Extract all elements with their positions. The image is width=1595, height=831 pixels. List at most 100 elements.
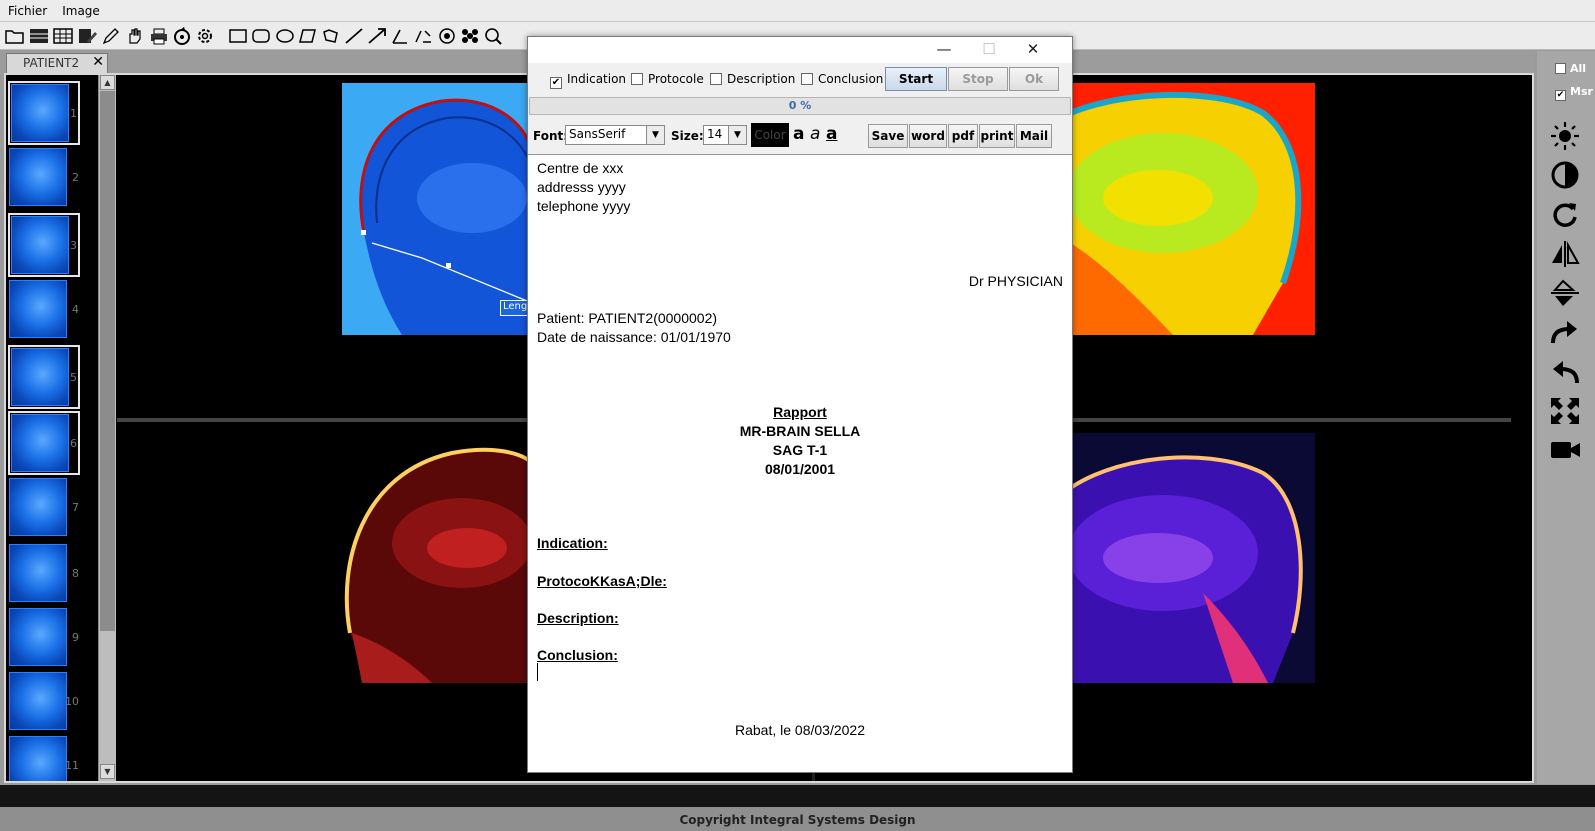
viewport-top-left[interactable]: Leng xyxy=(342,83,534,335)
cobb-icon[interactable] xyxy=(413,27,433,45)
print-button[interactable]: print xyxy=(979,124,1015,148)
mri-blue-image xyxy=(359,98,534,335)
pdf-button[interactable]: pdf xyxy=(948,124,978,148)
checkbox-box xyxy=(1555,63,1566,74)
gear-icon[interactable] xyxy=(195,27,215,45)
line-icon[interactable] xyxy=(344,27,364,45)
thumbnail-image xyxy=(9,148,67,206)
progress-bar: 0 % xyxy=(529,97,1071,115)
scroll-up-icon[interactable]: ▲ xyxy=(100,75,115,90)
signature-line: Rabat, le 08/03/2022 xyxy=(735,722,865,738)
stop-button[interactable]: Stop xyxy=(948,67,1008,91)
start-button[interactable]: Start xyxy=(885,67,947,91)
italic-button[interactable]: a xyxy=(810,124,820,144)
protocole-heading: ProtocoKKasA;Dle: xyxy=(537,573,667,589)
thumbnail-image xyxy=(9,608,67,666)
thumbnail[interactable]: 1 xyxy=(8,81,80,145)
open-folder-icon[interactable] xyxy=(5,27,25,45)
close-icon[interactable]: ✕ xyxy=(1022,40,1044,60)
font-select[interactable]: SansSerif ▼ xyxy=(565,125,665,145)
header-line-3: telephone yyyy xyxy=(537,198,631,214)
list-icon[interactable] xyxy=(29,27,49,45)
size-select[interactable]: 14 ▼ xyxy=(703,125,747,145)
burn-icon[interactable] xyxy=(172,27,192,45)
all-checkbox[interactable]: All xyxy=(1555,62,1586,75)
word-button[interactable]: word xyxy=(909,124,947,148)
viewport-top-right[interactable] xyxy=(1051,83,1315,336)
rotate-icon[interactable] xyxy=(1549,199,1581,229)
thumbnail[interactable]: 3 xyxy=(8,213,80,277)
header-line-1: Centre de xxx xyxy=(537,160,624,176)
video-icon[interactable] xyxy=(1549,435,1581,465)
pen-icon[interactable] xyxy=(101,27,121,45)
conclusion-heading: Conclusion: xyxy=(537,647,618,663)
dialog-titlebar: — ☐ ✕ xyxy=(528,37,1072,63)
rectangle-icon[interactable] xyxy=(228,27,248,45)
msr-checkbox[interactable]: ✔ Msr xyxy=(1555,85,1593,101)
protocole-checkbox[interactable]: Protocole xyxy=(631,72,704,86)
fullscreen-icon[interactable] xyxy=(1549,396,1581,426)
brightness-icon[interactable] xyxy=(1549,121,1581,151)
table-icon[interactable] xyxy=(53,27,73,45)
thumbnail[interactable]: 5 xyxy=(8,345,80,409)
tab-patient2[interactable]: PATIENT2 ✕ xyxy=(6,53,108,73)
thumbnail[interactable]: 4 xyxy=(8,279,80,343)
thumbnail[interactable]: 6 xyxy=(8,411,80,475)
thumbnail[interactable]: 9 xyxy=(8,607,80,671)
thumbnail[interactable]: 2 xyxy=(8,147,80,211)
text-caret xyxy=(537,663,538,681)
checkbox-box xyxy=(631,73,643,85)
hand-icon[interactable] xyxy=(125,27,145,45)
scroll-down-icon[interactable]: ▼ xyxy=(100,764,115,779)
thumbnail-image xyxy=(9,280,67,338)
print-icon[interactable] xyxy=(149,27,169,45)
scrollbar-thumb[interactable] xyxy=(100,91,115,631)
save-button[interactable]: Save xyxy=(868,124,908,148)
report-editor[interactable]: Centre de xxx addresss yyyy telephone yy… xyxy=(528,154,1072,772)
thumbnail-image xyxy=(11,84,69,142)
status-bar xyxy=(0,785,1595,807)
freehand-icon[interactable] xyxy=(321,27,341,45)
rounded-rect-icon[interactable] xyxy=(251,27,271,45)
ellipse-icon[interactable] xyxy=(275,27,295,45)
thumbnail[interactable]: 11 xyxy=(8,735,80,781)
viewport-bottom-left[interactable] xyxy=(342,433,534,683)
menu-image[interactable]: Image xyxy=(54,0,107,18)
arrow-icon[interactable] xyxy=(367,27,387,45)
redo-icon[interactable] xyxy=(1549,317,1581,347)
flip-vertical-icon[interactable] xyxy=(1549,278,1581,308)
thumbnail-scrollbar[interactable]: ▲ ▼ xyxy=(98,75,116,781)
description-heading: Description: xyxy=(537,610,619,626)
thumbnail[interactable]: 10 xyxy=(8,671,80,735)
description-checkbox[interactable]: Description xyxy=(710,72,795,86)
thumbnail[interactable]: 8 xyxy=(8,543,80,607)
magnify-icon[interactable] xyxy=(483,27,503,45)
bold-button[interactable]: a xyxy=(793,124,804,144)
thumbnail[interactable]: 7 xyxy=(8,477,80,541)
undo-icon[interactable] xyxy=(1549,357,1581,387)
thumbnail-image xyxy=(9,672,67,730)
contrast-icon[interactable] xyxy=(1549,160,1581,190)
close-tab-icon[interactable]: ✕ xyxy=(92,54,104,70)
conclusion-checkbox[interactable]: Conclusion xyxy=(801,72,883,86)
flip-horizontal-icon[interactable] xyxy=(1549,239,1581,269)
viewport-bottom-right[interactable] xyxy=(1051,433,1315,683)
polygon-icon[interactable] xyxy=(298,27,318,45)
indication-checkbox[interactable]: ✔ Indication xyxy=(550,72,626,89)
underline-button[interactable]: a xyxy=(826,124,837,144)
font-label: Font: xyxy=(533,129,569,143)
section-toolbar: ✔ Indication Protocole Description Conclu… xyxy=(528,63,1072,95)
copyright-footer: Copyright Integral Systems Design xyxy=(0,807,1595,831)
angle-icon[interactable] xyxy=(390,27,410,45)
maximize-icon[interactable]: ☐ xyxy=(978,40,1000,60)
cluster-icon[interactable] xyxy=(460,27,480,45)
color-button[interactable]: Color xyxy=(751,123,789,147)
tab-label: PATIENT2 xyxy=(23,56,80,70)
minimize-icon[interactable]: — xyxy=(933,40,955,60)
chevron-down-icon: ▼ xyxy=(646,126,664,144)
point-icon[interactable] xyxy=(437,27,457,45)
menu-fichier[interactable]: Fichier xyxy=(0,0,54,18)
edit-report-icon[interactable] xyxy=(77,27,97,45)
mail-button[interactable]: Mail xyxy=(1016,124,1052,148)
ok-button[interactable]: Ok xyxy=(1009,67,1059,91)
